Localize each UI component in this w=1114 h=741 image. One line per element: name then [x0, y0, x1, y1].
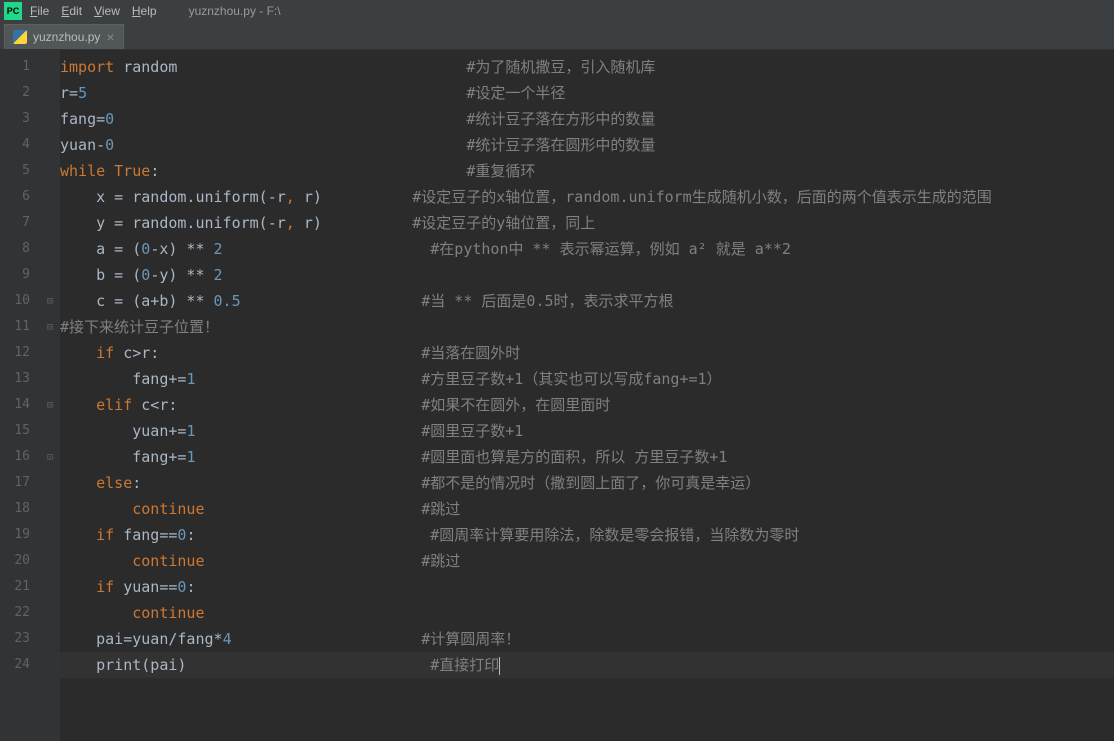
- line-number: 22: [0, 600, 40, 626]
- code-line[interactable]: while True: #重复循环: [60, 158, 1114, 184]
- line-number: 18: [0, 496, 40, 522]
- code-line[interactable]: fang+=1 #圆里面也算是方的面积，所以 方里豆子数+1: [60, 444, 1114, 470]
- editor[interactable]: 123456789101112131415161718192021222324 …: [0, 50, 1114, 741]
- fold-marker: [40, 262, 60, 288]
- code-line[interactable]: if fang==0: #圆周率计算要用除法，除数是零会报错，当除数为零时: [60, 522, 1114, 548]
- line-number: 20: [0, 548, 40, 574]
- line-number: 4: [0, 132, 40, 158]
- line-number: 13: [0, 366, 40, 392]
- line-number: 9: [0, 262, 40, 288]
- line-number: 23: [0, 626, 40, 652]
- tabbar: yuznzhou.py ×: [0, 22, 1114, 50]
- fold-marker: [40, 522, 60, 548]
- fold-marker: [40, 132, 60, 158]
- code-line[interactable]: continue #跳过: [60, 548, 1114, 574]
- fold-marker: [40, 340, 60, 366]
- code-line[interactable]: a = (0-x) ** 2 #在python中 ** 表示幂运算，例如 a² …: [60, 236, 1114, 262]
- fold-marker: [40, 418, 60, 444]
- fold-marker: [40, 210, 60, 236]
- line-number: 10: [0, 288, 40, 314]
- fold-marker[interactable]: ⊟: [40, 314, 60, 340]
- code-line[interactable]: continue #跳过: [60, 496, 1114, 522]
- code-line[interactable]: yuan-0 #统计豆子落在圆形中的数量: [60, 132, 1114, 158]
- fold-marker: [40, 548, 60, 574]
- code-area[interactable]: import random #为了随机撒豆，引入随机库r=5 #设定一个半径fa…: [60, 50, 1114, 741]
- line-number: 21: [0, 574, 40, 600]
- line-number: 12: [0, 340, 40, 366]
- code-line[interactable]: if c>r: #当落在圆外时: [60, 340, 1114, 366]
- fold-marker: [40, 574, 60, 600]
- code-line[interactable]: b = (0-y) ** 2: [60, 262, 1114, 288]
- line-number: 1: [0, 54, 40, 80]
- code-line[interactable]: fang+=1 #方里豆子数+1（其实也可以写成fang+=1）: [60, 366, 1114, 392]
- code-line[interactable]: #接下来统计豆子位置！: [60, 314, 1114, 340]
- line-number: 11: [0, 314, 40, 340]
- code-line[interactable]: r=5 #设定一个半径: [60, 80, 1114, 106]
- tab-close-icon[interactable]: ×: [106, 29, 114, 45]
- fold-marker: [40, 158, 60, 184]
- line-number: 17: [0, 470, 40, 496]
- menu-file[interactable]: File: [30, 4, 49, 18]
- menu-edit[interactable]: Edit: [61, 4, 82, 18]
- line-number: 2: [0, 80, 40, 106]
- line-number: 6: [0, 184, 40, 210]
- line-number: 5: [0, 158, 40, 184]
- line-number: 15: [0, 418, 40, 444]
- fold-marker[interactable]: ⊟: [40, 288, 60, 314]
- code-line[interactable]: continue: [60, 600, 1114, 626]
- fold-marker: [40, 600, 60, 626]
- line-number: 19: [0, 522, 40, 548]
- ide-logo: PC: [4, 2, 22, 20]
- line-number: 24: [0, 652, 40, 678]
- code-line[interactable]: import random #为了随机撒豆，引入随机库: [60, 54, 1114, 80]
- code-line[interactable]: c = (a+b) ** 0.5 #当 ** 后面是0.5时，表示求平方根: [60, 288, 1114, 314]
- code-line[interactable]: y = random.uniform(-r, r) #设定豆子的y轴位置，同上: [60, 210, 1114, 236]
- code-line[interactable]: yuan+=1 #圆里豆子数+1: [60, 418, 1114, 444]
- code-line[interactable]: fang=0 #统计豆子落在方形中的数量: [60, 106, 1114, 132]
- code-line[interactable]: print(pai) #直接打印: [60, 652, 1114, 678]
- line-number: 7: [0, 210, 40, 236]
- code-line[interactable]: if yuan==0:: [60, 574, 1114, 600]
- code-line[interactable]: x = random.uniform(-r, r) #设定豆子的x轴位置，ran…: [60, 184, 1114, 210]
- fold-column: ⊟⊟⊟⊡: [40, 50, 60, 741]
- tab-yuznzhou[interactable]: yuznzhou.py ×: [4, 24, 124, 49]
- fold-marker: [40, 366, 60, 392]
- menu-help[interactable]: Help: [132, 4, 157, 18]
- python-file-icon: [13, 30, 27, 44]
- fold-marker: [40, 54, 60, 80]
- fold-marker: [40, 470, 60, 496]
- fold-marker: [40, 496, 60, 522]
- code-line[interactable]: elif c<r: #如果不在圆外，在圆里面时: [60, 392, 1114, 418]
- fold-marker: [40, 652, 60, 678]
- menu-view[interactable]: View: [94, 4, 120, 18]
- fold-marker[interactable]: ⊟: [40, 392, 60, 418]
- fold-marker: [40, 184, 60, 210]
- fold-marker: [40, 80, 60, 106]
- fold-marker: [40, 106, 60, 132]
- text-caret: [499, 657, 500, 675]
- code-line[interactable]: else: #都不是的情况时（撒到圆上面了，你可真是幸运）: [60, 470, 1114, 496]
- fold-marker: [40, 626, 60, 652]
- menubar: PC File Edit View Help yuznzhou.py - F:\: [0, 0, 1114, 22]
- fold-marker: [40, 236, 60, 262]
- line-number: 14: [0, 392, 40, 418]
- line-number: 3: [0, 106, 40, 132]
- code-line[interactable]: pai=yuan/fang*4 #计算圆周率！: [60, 626, 1114, 652]
- line-number: 8: [0, 236, 40, 262]
- line-number: 16: [0, 444, 40, 470]
- window-path: yuznzhou.py - F:\: [189, 4, 281, 18]
- fold-marker[interactable]: ⊡: [40, 444, 60, 470]
- line-gutter: 123456789101112131415161718192021222324: [0, 50, 40, 741]
- tab-label: yuznzhou.py: [33, 30, 100, 44]
